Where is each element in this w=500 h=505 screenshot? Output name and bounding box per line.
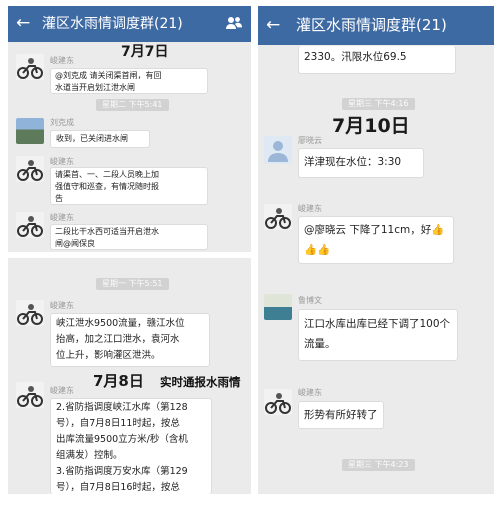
motorcycle-avatar-icon: [17, 386, 43, 407]
top-bar: ← 灌区水雨情调度群(21): [258, 6, 494, 45]
message-bubble[interactable]: 二段比干水西可适当开启泄水 闸@闻保良: [50, 224, 208, 250]
top-bar: ← 灌区水雨情调度群(21): [8, 6, 251, 42]
avatar: [16, 156, 44, 182]
sender-name: 廖晓云: [298, 136, 322, 145]
message-bubble[interactable]: 2.省防指调度峡江水库（第128 号），自7月8日11时起，按总 出库流量950…: [50, 398, 212, 494]
message-bubble[interactable]: @廖晓云 下降了11cm，好👍 👍👍: [298, 216, 454, 264]
motorcycle-avatar-icon: [17, 304, 43, 325]
message-bubble[interactable]: 江口水库出库已经下调了100个 流量。: [298, 309, 458, 361]
message-bubble[interactable]: 2330。汛限水位69.5: [298, 46, 456, 74]
date-overlay: 7月8日: [93, 372, 144, 390]
avatar: [264, 204, 292, 230]
avatar: [16, 212, 44, 238]
message-bubble[interactable]: 洋津现在水位：3:30米。: [298, 148, 424, 178]
avatar: [16, 54, 44, 80]
motorcycle-avatar-icon: [265, 393, 291, 414]
sender-name: 峻建东: [50, 386, 74, 395]
sender-name: 鲁博文: [298, 296, 322, 305]
right-chat-panel: ← 灌区水雨情调度群(21) 2330。汛限水位69.5 星期三 下午4:16 …: [258, 6, 494, 494]
timestamp: 星期三 下午4:16: [342, 98, 415, 110]
message-bubble[interactable]: 峡江泄水9500流量，赣江水位 抬高，加之江口泄水，袁河水 位上升，影响灌区泄洪…: [50, 313, 210, 367]
sender-name: 刘克成: [50, 118, 74, 127]
message-bubble[interactable]: 请渠首、一、二段人员晚上加 强值守和巡查，有情况随时报 告: [50, 167, 208, 205]
sender-name: 峻建东: [50, 56, 74, 65]
avatar: [16, 382, 44, 408]
sender-name: 峻建东: [50, 301, 74, 310]
avatar: [264, 294, 292, 320]
message-bubble[interactable]: 收到，已关闭进水闸: [50, 130, 150, 148]
avatar: [16, 118, 44, 144]
sender-name: 峻建东: [50, 213, 74, 222]
chat-title: 灌区水雨情调度群(21): [42, 16, 183, 32]
avatar: [264, 136, 292, 164]
back-arrow-icon[interactable]: ←: [16, 13, 30, 33]
chat-title: 灌区水雨情调度群(21): [296, 16, 447, 34]
date-overlay: 7月7日: [121, 44, 169, 60]
motorcycle-avatar-icon: [17, 216, 43, 237]
left-top-chat-panel: ← 灌区水雨情调度群(21) 7月7日 峻建东 @刘克成 请关闭渠首闸，有回 水…: [8, 6, 251, 252]
default-person-avatar-icon: [268, 141, 288, 162]
avatar: [16, 300, 44, 326]
back-arrow-icon[interactable]: ←: [266, 15, 280, 35]
sender-name: 峻建东: [298, 204, 322, 213]
timestamp: 星期二 下午5:41: [96, 99, 169, 111]
message-bubble[interactable]: @刘克成 请关闭渠首闸，有回 水道当开启划江泄水闸: [50, 68, 208, 94]
motorcycle-avatar-icon: [17, 58, 43, 79]
message-bubble[interactable]: 形势有所好转了: [298, 401, 384, 429]
avatar: [264, 389, 292, 415]
sender-name: 峻建东: [50, 157, 74, 166]
annotation-text: 实时通报水雨情: [160, 375, 241, 389]
motorcycle-avatar-icon: [265, 208, 291, 229]
left-bottom-chat-panel: 星期一 下午5:51 峻建东 峡江泄水9500流量，赣江水位 抬高，加之江口泄水…: [8, 258, 251, 494]
group-members-icon[interactable]: [225, 15, 243, 31]
timestamp: 星期三 下午4:23: [342, 459, 415, 471]
date-overlay: 7月10日: [332, 115, 410, 137]
sender-name: 峻建东: [298, 388, 322, 397]
motorcycle-avatar-icon: [17, 160, 43, 181]
timestamp: 星期一 下午5:51: [96, 278, 169, 290]
